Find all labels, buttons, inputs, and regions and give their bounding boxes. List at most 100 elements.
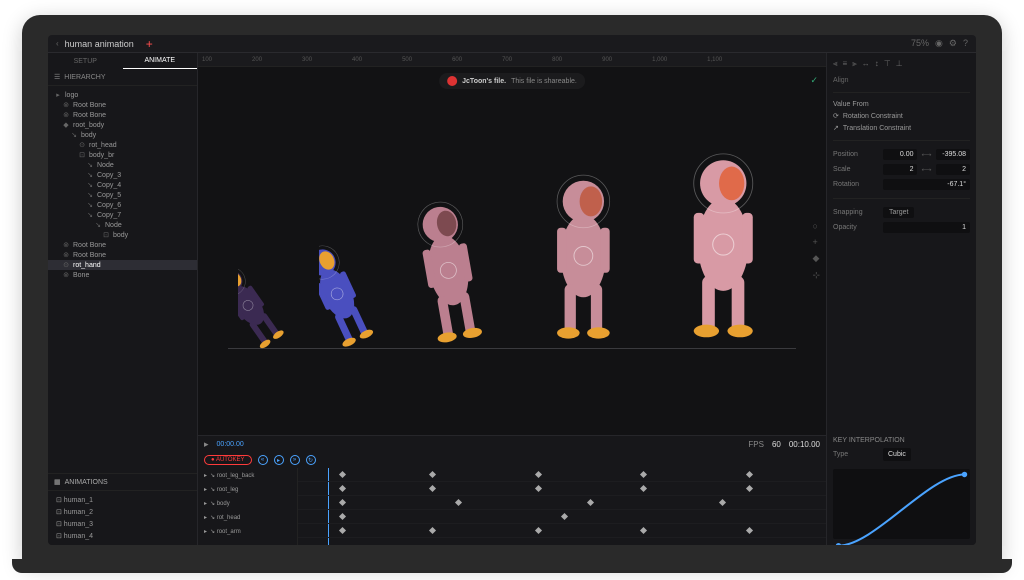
tree-item[interactable]: ⊚Bone [48,270,197,280]
tree-item[interactable]: ↘Copy_7 [48,210,197,220]
align-center-icon[interactable]: ≡ [843,59,848,69]
align-left-icon[interactable]: ⫷ [833,59,838,69]
align-top-icon[interactable]: ⊤ [884,59,891,69]
keyframe[interactable] [561,513,568,520]
chevron-left-icon[interactable]: ‹ [56,39,59,48]
tool-bone-icon[interactable]: ⊹ [812,270,820,281]
scale-x-input[interactable]: 2 [883,164,917,175]
keyframe[interactable] [339,499,346,506]
figure[interactable] [319,219,391,349]
track-name[interactable]: ▸ ↘ root_arm [198,524,297,538]
keyframe[interactable] [429,485,436,492]
gear-icon[interactable]: ⚙ [949,38,957,49]
figure[interactable] [527,144,640,349]
interp-curve[interactable] [833,469,970,539]
tab-setup[interactable]: SETUP [48,53,123,69]
track-lanes[interactable] [298,468,826,545]
tree-item[interactable]: ↘Copy_3 [48,170,197,180]
figure[interactable] [238,239,299,349]
link-icon[interactable]: ⟷ [921,151,931,159]
skip-back-button[interactable]: « [258,455,268,465]
rotation-constraint-row[interactable]: ⟳ Rotation Constraint [833,112,970,120]
check-icon[interactable]: ✓ [810,75,818,86]
tree-item[interactable]: ↘Node [48,220,197,230]
hierarchy-header[interactable]: ☰ HIERARCHY [48,69,197,86]
tree-item[interactable]: ⊚Root Bone [48,100,197,110]
current-time[interactable]: 00:00.00 [217,441,244,448]
tree-item[interactable]: ↘Copy_5 [48,190,197,200]
keyframe[interactable] [339,527,346,534]
fps-value[interactable]: 60 [772,440,781,449]
target-button[interactable]: Target [883,207,914,218]
zoom-value[interactable]: 75% [911,38,929,49]
play-button[interactable]: ▸ [204,439,209,450]
figure[interactable] [410,174,506,349]
tree-item[interactable]: ⊙rot_hand [48,260,197,270]
keyframe[interactable] [640,527,647,534]
figure[interactable] [660,119,787,349]
keyframe[interactable] [429,471,436,478]
loop-button[interactable]: ↻ [306,455,316,465]
dist-v-icon[interactable]: ↕ [875,59,879,69]
tree-item[interactable]: ⊙rot_head [48,140,197,150]
opacity-input[interactable]: 1 [883,222,970,233]
ruler[interactable]: 100200300 400500600 700800900 1,0001,100 [198,53,826,67]
track-lane[interactable] [298,496,826,510]
track-lane[interactable] [298,482,826,496]
add-icon[interactable]: + [146,37,153,51]
play-loop-button[interactable]: ▸ [274,455,284,465]
keyframe[interactable] [587,499,594,506]
align-right-icon[interactable]: ⫸ [852,59,857,69]
keyframe[interactable] [339,485,346,492]
animation-item[interactable]: ⊡ human_3 [48,518,197,530]
animation-item[interactable]: ⊡ human_4 [48,530,197,542]
tree-item[interactable]: ⊡body [48,230,197,240]
scale-y-input[interactable]: 2 [936,164,970,175]
autokey-button[interactable]: ● AUTOKEY [204,455,252,465]
track-lane[interactable] [298,524,826,538]
pos-x-input[interactable]: 0.00 [883,149,917,160]
keyframe[interactable] [535,485,542,492]
keyframe[interactable] [535,471,542,478]
link-icon[interactable]: ⟷ [921,166,931,174]
animations-header[interactable]: ▦ ANIMATIONS [48,473,197,491]
keyframe[interactable] [746,527,753,534]
tab-animate[interactable]: ANIMATE [123,53,198,69]
keyframe[interactable] [719,499,726,506]
keyframe[interactable] [339,471,346,478]
keyframe[interactable] [339,513,346,520]
keyframe[interactable] [746,471,753,478]
tree-item[interactable]: ↘Copy_6 [48,200,197,210]
animation-item[interactable]: ⊡ human_2 [48,506,197,518]
track-name[interactable]: ▸ ↘ body [198,496,297,510]
animation-item[interactable]: ⊡ human_1 [48,494,197,506]
duration[interactable]: 00:10.00 [789,440,820,449]
track-name[interactable]: ▸ ↘ rot_head [198,510,297,524]
keyframe[interactable] [429,527,436,534]
track-name[interactable]: ▸ ↘ root_leg [198,482,297,496]
tree-item[interactable]: ▸logo [48,90,197,100]
keyframe[interactable] [640,471,647,478]
dist-h-icon[interactable]: ↔ [862,59,870,69]
tree-item[interactable]: ⊚Root Bone [48,240,197,250]
track-lane[interactable] [298,468,826,482]
track-lane[interactable] [298,510,826,524]
tree-item[interactable]: ⊡body_br [48,150,197,160]
tree-item[interactable]: ↘Node [48,160,197,170]
skip-fwd-button[interactable]: » [290,455,300,465]
keyframe[interactable] [640,485,647,492]
tree-item[interactable]: ◆root_body [48,120,197,130]
tool-plus-icon[interactable]: + [812,237,820,247]
rotation-input[interactable]: -67.1° [883,179,970,190]
viewport[interactable]: JcToon's file. This file is shareable. ✓… [198,67,826,435]
tool-key-icon[interactable]: ◆ [812,253,820,264]
tree-item[interactable]: ⊚Root Bone [48,250,197,260]
tree-item[interactable]: ⊚Root Bone [48,110,197,120]
tree-item[interactable]: ↘body [48,130,197,140]
share-notification[interactable]: JcToon's file. This file is shareable. [439,73,585,89]
eye-icon[interactable]: ◉ [935,38,943,49]
hierarchy-tree[interactable]: ▸logo⊚Root Bone⊚Root Bone◆root_body↘body… [48,86,197,473]
interp-type-select[interactable]: Cubic [883,448,911,461]
track-name[interactable]: ▸ ↘ root_leg_back [198,468,297,482]
keyframe[interactable] [455,499,462,506]
